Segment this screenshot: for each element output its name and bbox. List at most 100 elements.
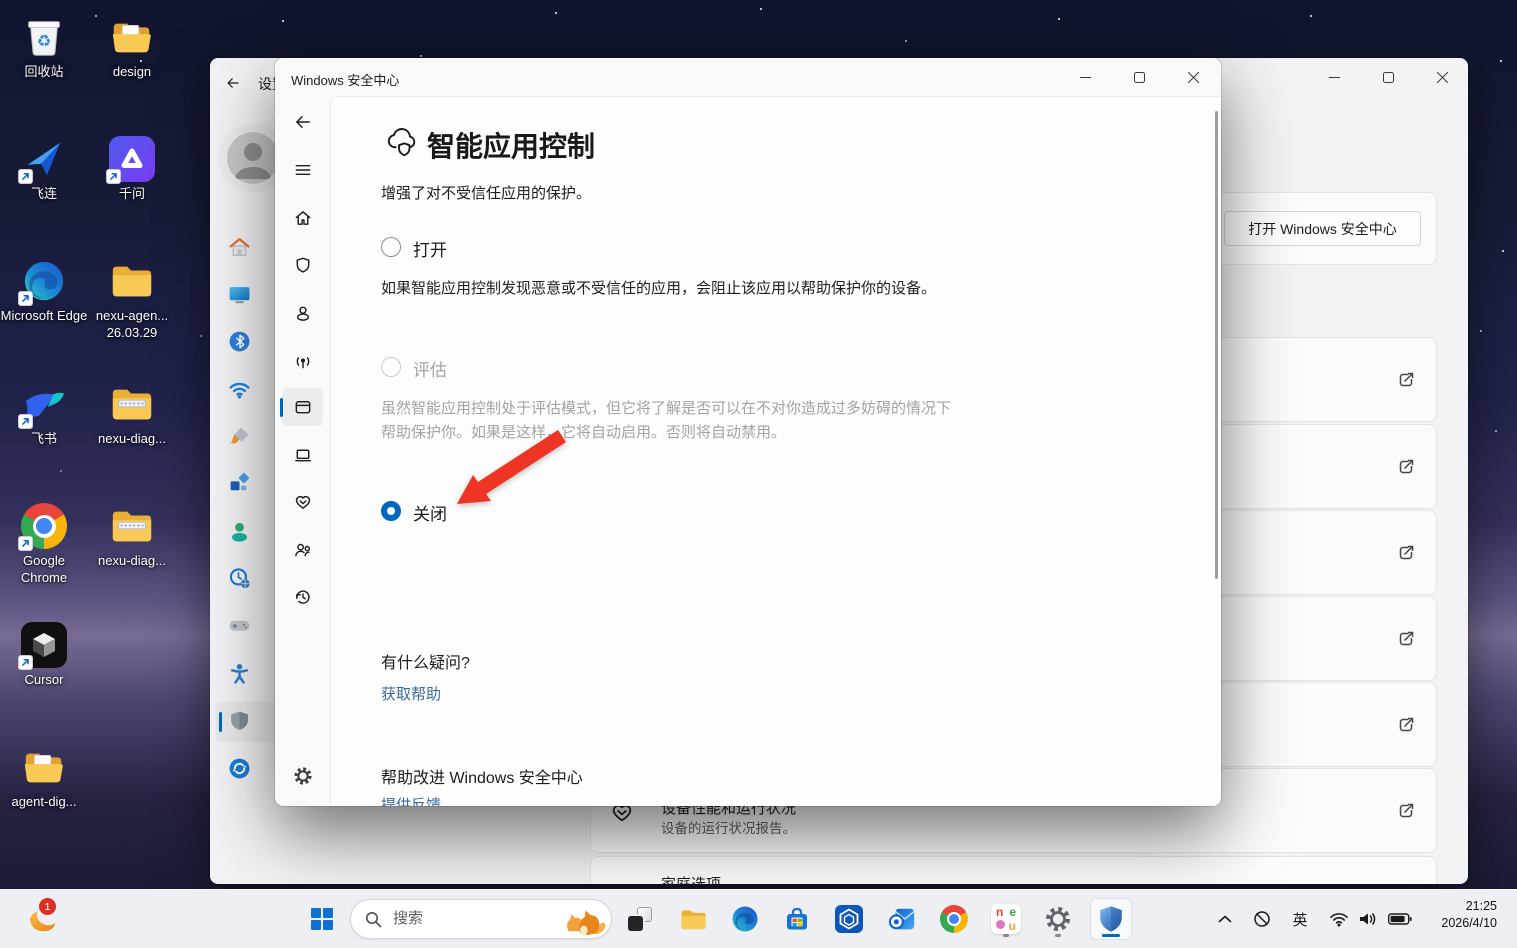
tray-chevron-up-icon[interactable] xyxy=(1213,897,1237,941)
desktop-icon-recycle-bin[interactable]: ♻ 回收站 xyxy=(0,14,88,81)
nav-device-health-icon[interactable] xyxy=(282,483,323,521)
shortcut-arrow-icon xyxy=(18,169,33,184)
feishu-icon xyxy=(21,381,67,427)
microsoft-store-icon[interactable] xyxy=(777,899,817,939)
desktop-icon-feishu[interactable]: 飞书 xyxy=(0,381,88,448)
settings-taskbar-icon[interactable] xyxy=(1038,899,1078,939)
close-button[interactable] xyxy=(1170,58,1216,96)
tray-volume-icon[interactable] xyxy=(1356,897,1380,941)
sidebar-item-accounts[interactable] xyxy=(228,520,251,543)
dev-cube-app-icon[interactable] xyxy=(829,899,869,939)
sidebar-item-accessibility[interactable] xyxy=(228,662,251,685)
sidebar-item-windows-update[interactable] xyxy=(228,757,251,780)
desktop: ♻ 回收站 design 飞连 千问 Microsoft Edge nexu-a… xyxy=(0,0,1517,948)
security-sidebar xyxy=(275,96,330,806)
nav-app-browser-control-icon[interactable] xyxy=(282,388,323,426)
close-button[interactable] xyxy=(1419,58,1465,96)
nav-firewall-network-icon[interactable] xyxy=(282,342,323,380)
qianwen-icon xyxy=(109,136,155,182)
desktop-icon-nexu-diag-zip1[interactable]: nexu-diag... xyxy=(88,381,176,448)
nav-family-options-icon[interactable] xyxy=(282,531,323,569)
security-window-title: Windows 安全中心 xyxy=(291,70,399,89)
nav-home-icon[interactable] xyxy=(282,199,323,237)
clock[interactable]: 21:25 2026/4/10 xyxy=(1407,898,1497,932)
external-link-icon xyxy=(1396,457,1416,477)
radio-evaluate[interactable] xyxy=(381,357,401,377)
nav-protection-history-icon[interactable] xyxy=(282,578,323,616)
feedback-link[interactable]: 提供反馈 xyxy=(381,794,441,806)
desktop-icon-qianwen[interactable]: 千问 xyxy=(88,136,176,203)
sidebar-item-system[interactable] xyxy=(228,283,251,306)
scrollbar[interactable] xyxy=(1215,111,1218,579)
avatar[interactable] xyxy=(227,132,279,184)
desktop-icon-nexu-agen-folder[interactable]: nexu-agen... 26.03.29 xyxy=(88,258,176,341)
desktop-icon-agent-dig[interactable]: agent-dig... xyxy=(0,744,88,811)
folder-icon xyxy=(109,258,155,304)
shortcut-arrow-icon xyxy=(18,414,33,429)
selected-indicator xyxy=(219,712,222,732)
edge-taskbar-icon[interactable] xyxy=(725,899,765,939)
desktop-icon-cursor[interactable]: Cursor xyxy=(0,622,88,689)
radio-on[interactable] xyxy=(381,237,401,257)
search-icon xyxy=(365,911,382,928)
open-folder-icon xyxy=(109,14,155,60)
selected-indicator xyxy=(280,398,283,417)
windows-security-window: Windows 安全中心 智能应用控制 增强了对不受信任应用的保护。 打开 如果… xyxy=(275,58,1221,806)
nexu-app-icon[interactable]: n e u xyxy=(986,899,1026,939)
outlook-icon[interactable] xyxy=(882,899,922,939)
sidebar-item-time-language[interactable] xyxy=(228,567,251,590)
shortcut-arrow-icon xyxy=(18,655,33,670)
tray-dnd-off-icon[interactable] xyxy=(1250,897,1274,941)
desktop-icon-edge[interactable]: Microsoft Edge xyxy=(0,258,88,325)
open-windows-security-button[interactable]: 打开 Windows 安全中心 xyxy=(1224,211,1421,246)
nav-device-security-icon[interactable] xyxy=(282,436,323,474)
minimize-button[interactable] xyxy=(1311,58,1357,96)
nav-account-protection-icon[interactable] xyxy=(282,294,323,332)
red-arrow-annotation xyxy=(437,426,587,518)
faq-heading: 有什么疑问? xyxy=(381,649,470,673)
desktop-icon-label: Cursor xyxy=(0,672,88,689)
chrome-taskbar-icon[interactable] xyxy=(934,899,974,939)
start-button[interactable] xyxy=(302,899,342,939)
recycle-bin-icon: ♻ xyxy=(21,14,67,60)
maximize-button[interactable] xyxy=(1116,58,1162,96)
desktop-icon-feilian[interactable]: 飞连 xyxy=(0,136,88,203)
windows-security-taskbar-icon[interactable] xyxy=(1091,899,1131,939)
sidebar-item-network[interactable] xyxy=(228,378,251,401)
desktop-icon-label: nexu-diag... xyxy=(88,553,176,570)
get-help-link[interactable]: 获取帮助 xyxy=(381,683,441,704)
sidebar-item-apps[interactable] xyxy=(228,472,251,495)
tray-ime-indicator[interactable]: 英 xyxy=(1288,897,1312,941)
desktop-icon-nexu-diag-zip2[interactable]: nexu-diag... xyxy=(88,503,176,570)
desktop-icon-label: 千问 xyxy=(88,186,176,203)
sidebar-item-personalization[interactable] xyxy=(228,425,251,448)
sidebar-item-home[interactable] xyxy=(228,236,251,259)
back-icon[interactable] xyxy=(225,75,241,91)
task-view-button[interactable] xyxy=(620,899,660,939)
file-explorer-icon[interactable] xyxy=(673,899,713,939)
nav-virus-protection-icon[interactable] xyxy=(282,246,323,284)
desktop-icon-design[interactable]: design xyxy=(88,14,176,81)
radio-off[interactable] xyxy=(381,501,401,521)
menu-button[interactable] xyxy=(282,151,323,189)
edge-icon xyxy=(21,258,67,304)
wallpaper-stars xyxy=(0,0,2,2)
sidebar-item-gaming[interactable] xyxy=(228,614,251,637)
settings-gear-icon[interactable] xyxy=(282,757,323,795)
open-folder-icon xyxy=(21,744,67,790)
desktop-icon-label: design xyxy=(88,64,176,81)
sidebar-item-bluetooth[interactable] xyxy=(228,330,251,353)
sidebar-item-privacy-security[interactable] xyxy=(228,709,251,732)
family-options-title: 家庭选项 xyxy=(661,873,721,884)
desktop-icon-label: Google Chrome xyxy=(0,553,88,586)
family-options-card[interactable]: 家庭选项 xyxy=(590,856,1437,884)
zip-folder-icon xyxy=(109,503,155,549)
maximize-button[interactable] xyxy=(1365,58,1411,96)
desktop-icon-label: nexu-diag... xyxy=(88,431,176,448)
back-button[interactable] xyxy=(282,103,323,141)
desktop-icon-chrome[interactable]: Google Chrome xyxy=(0,503,88,586)
search-box[interactable]: 搜索 xyxy=(350,899,612,939)
tray-wifi-icon[interactable] xyxy=(1327,897,1351,941)
minimize-button[interactable] xyxy=(1062,58,1108,96)
desktop-icon-label: 飞连 xyxy=(0,186,88,203)
